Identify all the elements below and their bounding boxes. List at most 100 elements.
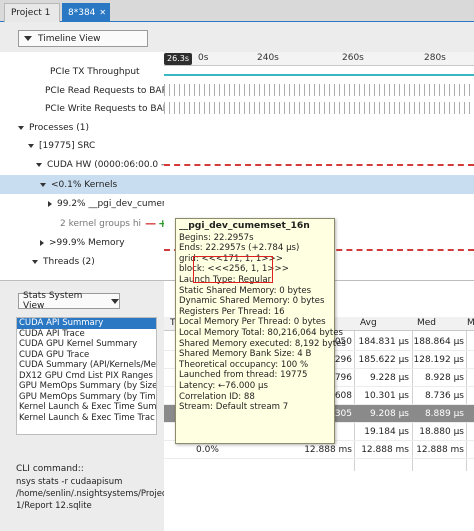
cell: 185.622 µs — [358, 355, 410, 365]
tab-project-1[interactable]: Project 1 — [4, 3, 60, 22]
tree-label: PCIe TX Throughput — [50, 66, 140, 77]
cell: 10.301 µs — [364, 391, 409, 401]
tab-report[interactable]: 8*384 ✕ — [62, 3, 110, 22]
expand-icon[interactable] — [48, 200, 52, 207]
expand-icon[interactable] — [28, 143, 34, 148]
minus-icon[interactable]: — — [145, 217, 156, 230]
cell: 0.0% — [196, 445, 219, 455]
timeline-view-label: Timeline View — [38, 33, 101, 44]
toolbar: Timeline View — [0, 22, 474, 52]
ruler-tick: 240s — [257, 53, 279, 63]
cell: 184.831 µs — [358, 337, 410, 347]
close-icon[interactable]: ✕ — [99, 8, 106, 17]
column-header[interactable]: Avg — [360, 318, 377, 328]
tree-label: 99.2% __pgi_dev_cumen — [57, 198, 164, 209]
tree-label: Threads (2) — [43, 256, 95, 267]
tree-row-pcie-write[interactable]: PCIe Write Requests to BAR1 — [0, 99, 164, 118]
tree-label: >99.9% Memory — [49, 237, 125, 248]
list-item[interactable]: GPU MemOps Summary (by Size) — [17, 381, 156, 392]
tree-row-kernels[interactable]: <0.1% Kernels — [0, 175, 164, 194]
cli-label: CLI command:: — [16, 464, 84, 474]
tooltip-line: Shared Memory executed: 8,192 bytes — [179, 338, 346, 349]
expand-icon[interactable] — [40, 239, 44, 246]
list-item[interactable]: CUDA GPU Trace — [17, 350, 156, 361]
tree-row-kernel-groups[interactable]: 2 kernel groups hi — + — [0, 214, 164, 233]
ruler-tick: 280s — [424, 53, 446, 63]
tree-row-memory[interactable]: >99.9% Memory — [0, 233, 164, 252]
list-item[interactable]: DX12 GPU Cmd List PIX Ranges Su — [17, 371, 156, 382]
expand-icon[interactable] — [36, 162, 42, 167]
tab-label: Project 1 — [11, 8, 51, 18]
tooltip-line: Stream: Default stream 7 — [179, 402, 289, 413]
expand-icon[interactable] — [18, 125, 24, 130]
tooltip-line: Launched from thread: 19775 — [179, 370, 308, 381]
cell: 128.192 µs — [413, 355, 465, 365]
cell: 8.928 µs — [424, 373, 464, 383]
tree-row-threads[interactable]: Threads (2) — [0, 252, 164, 271]
cell: 9.208 µs — [369, 409, 409, 419]
tooltip-line: Ends: 22.2957s (+2.784 µs) — [179, 243, 300, 254]
tree-label: PCIe Read Requests to BAR1 — [45, 85, 164, 96]
tree-row-pcie-read[interactable]: PCIe Read Requests to BAR1 — [0, 81, 164, 100]
tooltip-line: Correlation ID: 88 — [179, 391, 255, 402]
cell: 19.184 µs — [364, 427, 409, 437]
cli-command-text[interactable]: nsys stats -r cudaapisum /home/senlin/.n… — [16, 476, 206, 512]
tooltip-line: Theoretical occupancy: 100 % — [179, 359, 309, 370]
tooltip-line: Latency: ←76.000 µs — [179, 380, 268, 391]
tooltip-line: Registers Per Thread: 16 — [179, 306, 285, 317]
cuda-hw-trace — [164, 164, 474, 166]
expand-icon[interactable] — [40, 182, 46, 187]
cell: 12.888 ms — [416, 445, 464, 455]
cell: 9.228 µs — [369, 373, 409, 383]
list-item[interactable]: CUDA Summary (API/Kernels/Mer — [17, 360, 156, 371]
tooltip-line: Static Shared Memory: 0 bytes — [179, 285, 312, 296]
cell: 296 — [334, 355, 352, 365]
cell: 188.864 µs — [413, 337, 465, 347]
tab-strip: Project 1 8*384 ✕ — [0, 0, 474, 22]
list-item[interactable]: CUDA API Trace — [17, 329, 156, 340]
tooltip-title: __pgi_dev_cumemset_16n — [179, 220, 310, 231]
timeline-view-dropdown[interactable]: Timeline View — [18, 30, 148, 47]
tooltip-line: Local Memory Per Thread: 0 bytes — [179, 317, 326, 328]
tree-label: 2 kernel groups hi — [60, 218, 142, 229]
tooltip-line: Local Memory Total: 80,216,064 bytes — [179, 327, 343, 338]
tree-label: PCIe Write Requests to BAR1 — [45, 103, 164, 114]
cell: 12.888 ms — [304, 445, 352, 455]
ruler-tick: 260s — [342, 53, 364, 63]
list-item[interactable]: CUDA GPU Kernel Summary — [17, 339, 156, 350]
stats-view-dropdown[interactable]: Stats System View — [18, 291, 120, 311]
tooltip-line: Begins: 22.2957s — [179, 232, 254, 243]
tree-row-pcie-tx[interactable]: PCIe TX Throughput — [0, 62, 164, 81]
tree-row-cuda-hw[interactable]: CUDA HW (0000:06:00.0 - NVI — [0, 155, 164, 174]
list-item[interactable]: CUDA API Summary — [17, 318, 156, 329]
tab-label: 8*384 — [68, 7, 96, 18]
kernels-track — [164, 175, 474, 194]
highlight-box — [193, 256, 273, 283]
list-item[interactable]: GPU MemOps Summary (by Time — [17, 392, 156, 403]
expand-icon[interactable] — [32, 259, 38, 264]
list-item[interactable]: Kernel Launch & Exec Time Summ — [17, 402, 156, 413]
time-cursor[interactable]: 26.3s — [164, 53, 192, 65]
tree-row-src[interactable]: [19775] SRC — [0, 136, 164, 155]
column-header[interactable]: M — [467, 318, 474, 328]
ruler-tick: 0s — [198, 53, 209, 63]
chevron-down-icon — [111, 298, 119, 304]
kernel-tooltip: __pgi_dev_cumemset_16n Begins: 22.2957s … — [175, 218, 346, 444]
tree-label: [19775] SRC — [39, 140, 96, 151]
cell: 8.889 µs — [424, 409, 464, 419]
chevron-down-icon — [24, 36, 32, 41]
column-header[interactable]: Med — [417, 318, 436, 328]
tree-label: CUDA HW (0000:06:00.0 - NVI — [47, 159, 164, 170]
timeline-tree: PCIe TX Throughput PCIe Read Requests to… — [0, 52, 164, 280]
tooltip-line: Shared Memory Bank Size: 4 B — [179, 349, 312, 360]
list-item[interactable]: Kernel Launch & Exec Time Trac — [17, 413, 156, 424]
tree-label: Processes (1) — [29, 122, 89, 133]
tree-row-processes[interactable]: Processes (1) — [0, 118, 164, 137]
tree-label: <0.1% Kernels — [51, 179, 118, 190]
tree-row-pgi-kernel[interactable]: 99.2% __pgi_dev_cumen — [0, 194, 164, 213]
report-list: CUDA API Summary CUDA API Trace CUDA GPU… — [16, 317, 157, 435]
pcie-read-trace — [164, 84, 474, 96]
tooltip-line: Dynamic Shared Memory: 0 bytes — [179, 296, 325, 307]
cell: 8.736 µs — [424, 391, 464, 401]
stats-view-label: Stats System View — [23, 291, 83, 311]
